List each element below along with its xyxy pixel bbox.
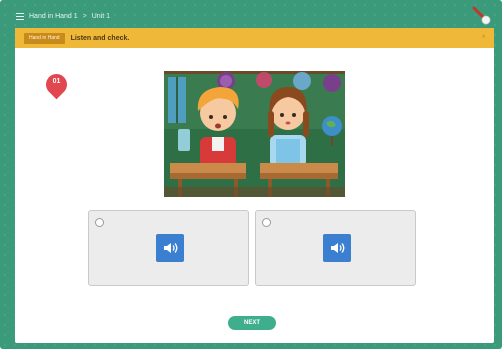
instruction-text: Listen and check. [70,34,130,42]
option-2-radio[interactable] [262,218,271,227]
answer-option-2[interactable] [255,210,416,286]
answer-option-1[interactable] [88,210,249,286]
question-number-badge: 01 [41,69,72,100]
speaker-icon[interactable] [156,234,184,262]
app-frame: Hand in Hand 1 > Unit 1 Hand in Hand Lis… [0,0,502,349]
next-button[interactable]: NEXT [228,316,276,330]
question-number: 01 [52,78,61,85]
breadcrumb-book[interactable]: Hand in Hand 1 [29,13,78,20]
classroom-illustration [164,71,345,197]
book-tag: Hand in Hand [24,32,65,44]
breadcrumb-separator: > [82,12,87,20]
option-1-radio[interactable] [95,218,104,227]
breadcrumb-unit[interactable]: Unit 1 [92,13,110,20]
pencil-icon[interactable] [470,4,492,26]
close-icon[interactable]: × [481,32,486,41]
menu-icon[interactable] [16,12,24,20]
instruction-bar: Hand in Hand Listen and check. × [15,28,494,48]
speaker-icon[interactable] [323,234,351,262]
breadcrumb: Hand in Hand 1 > Unit 1 [16,8,486,24]
